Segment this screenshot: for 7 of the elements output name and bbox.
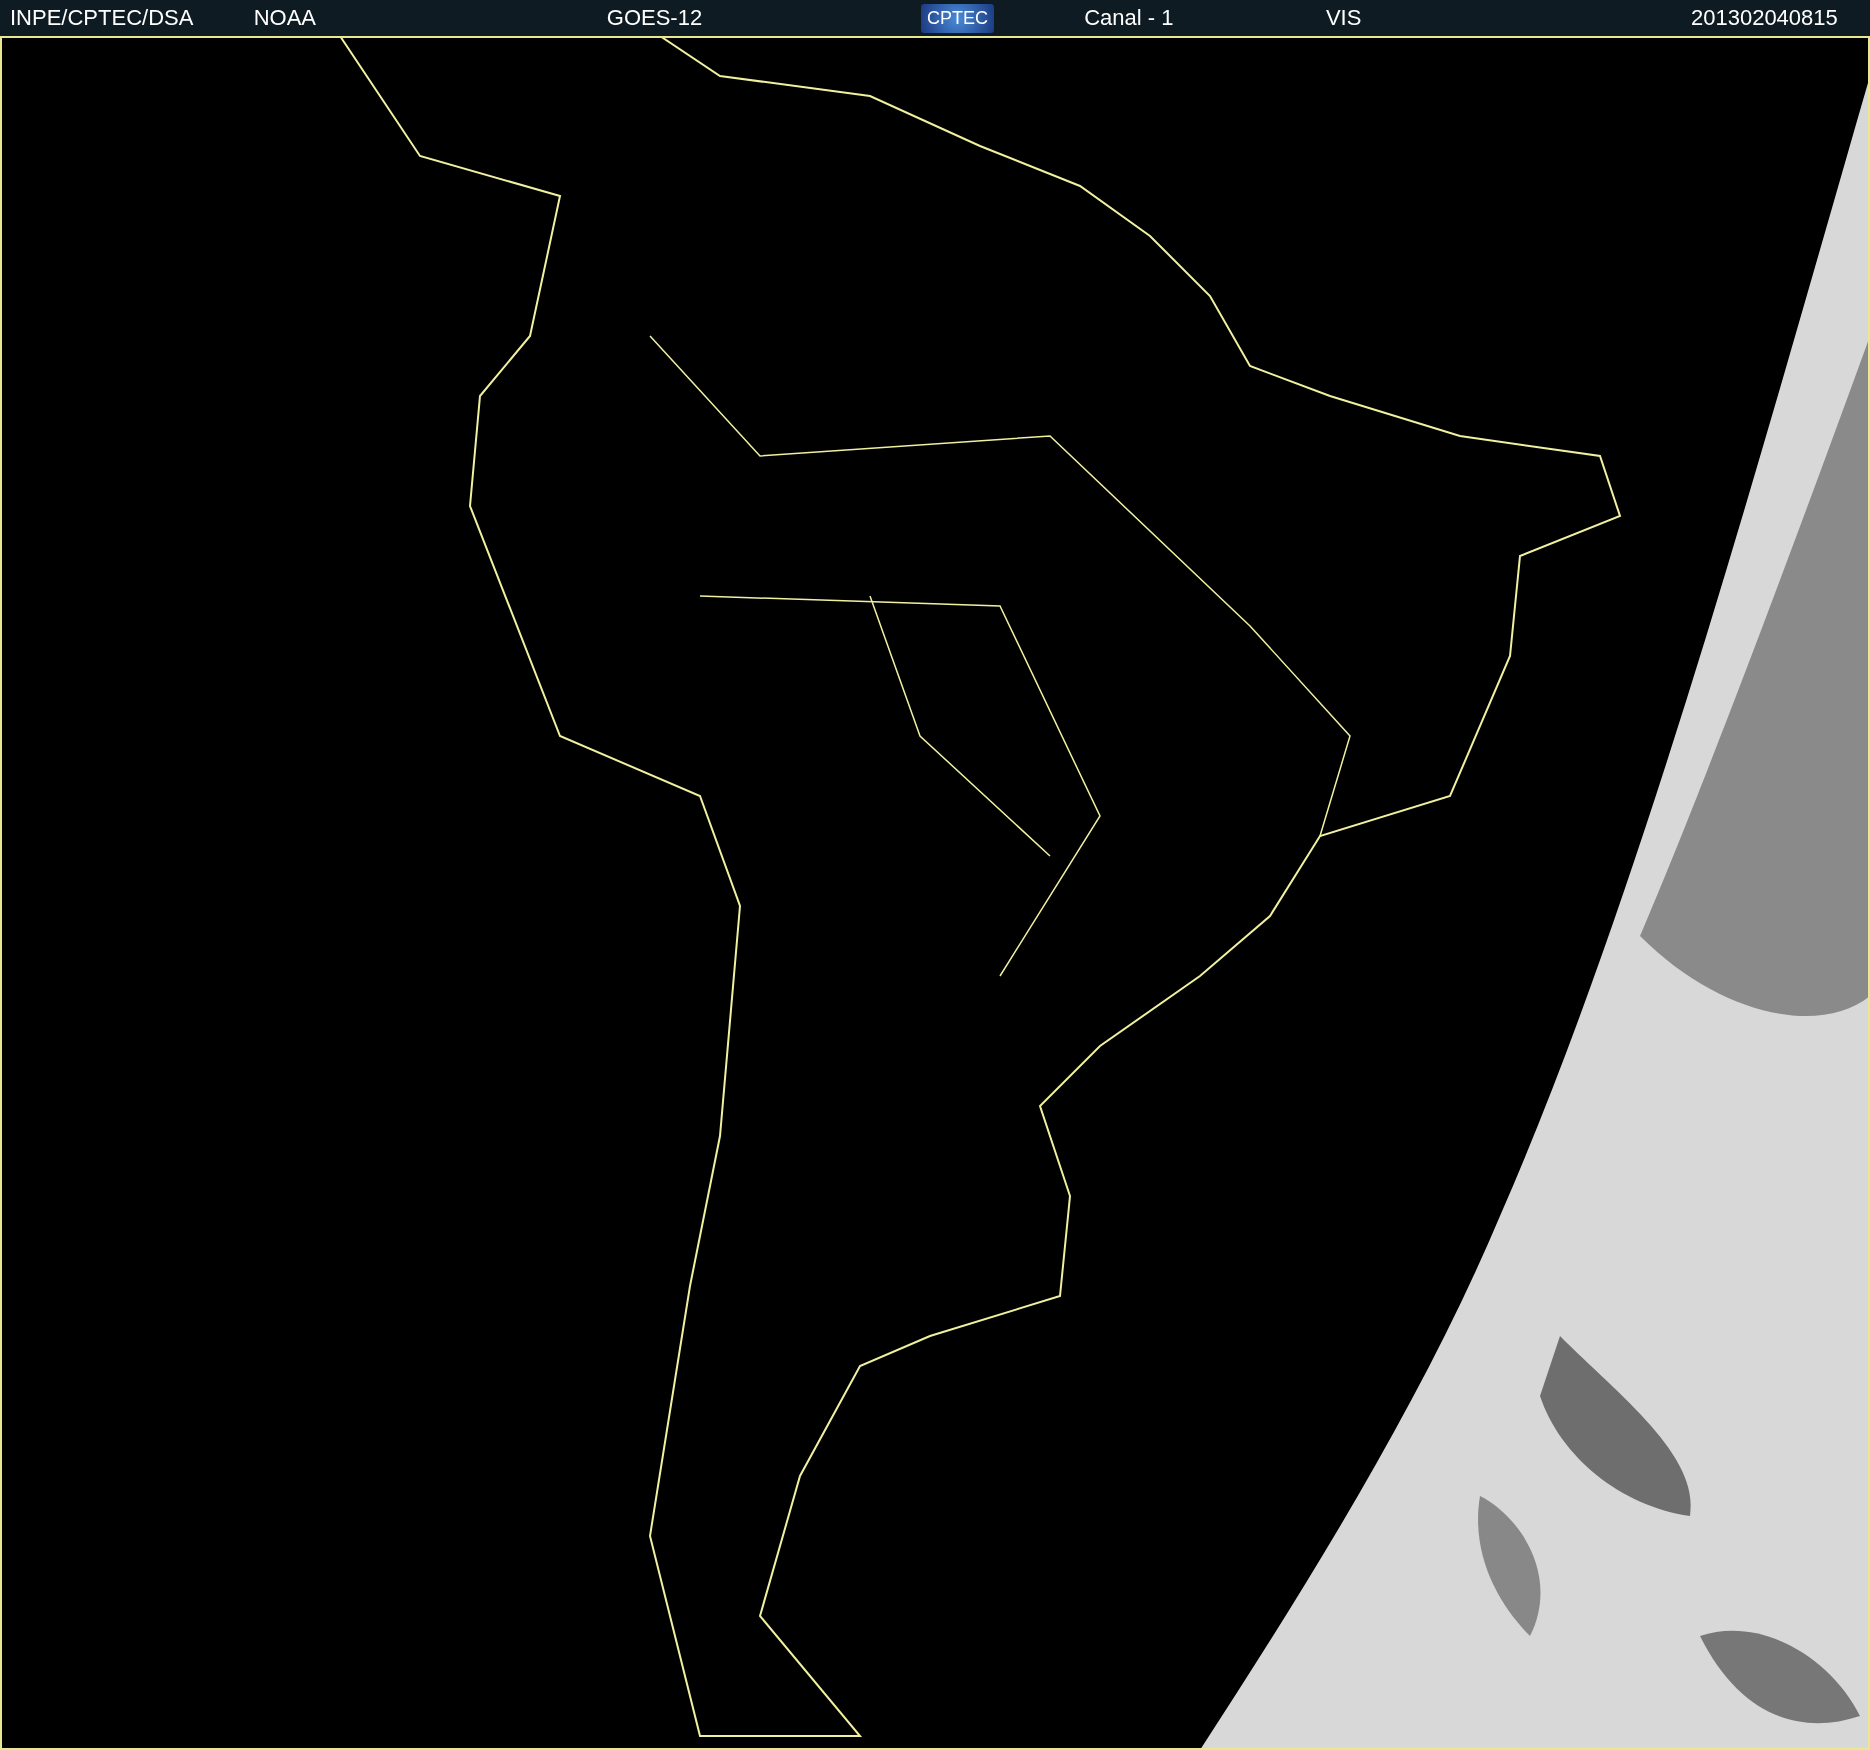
- logo: CPTEC: [921, 3, 995, 33]
- header-text: 201302040815: [1690, 5, 1838, 31]
- header-text: Canal - 1: [1084, 5, 1174, 31]
- header-text: VIS: [1325, 5, 1362, 31]
- header-text: NOAA: [253, 5, 317, 31]
- header-text: GOES-12: [606, 5, 703, 31]
- header-text: INPE/CPTEC/DSA: [10, 5, 194, 31]
